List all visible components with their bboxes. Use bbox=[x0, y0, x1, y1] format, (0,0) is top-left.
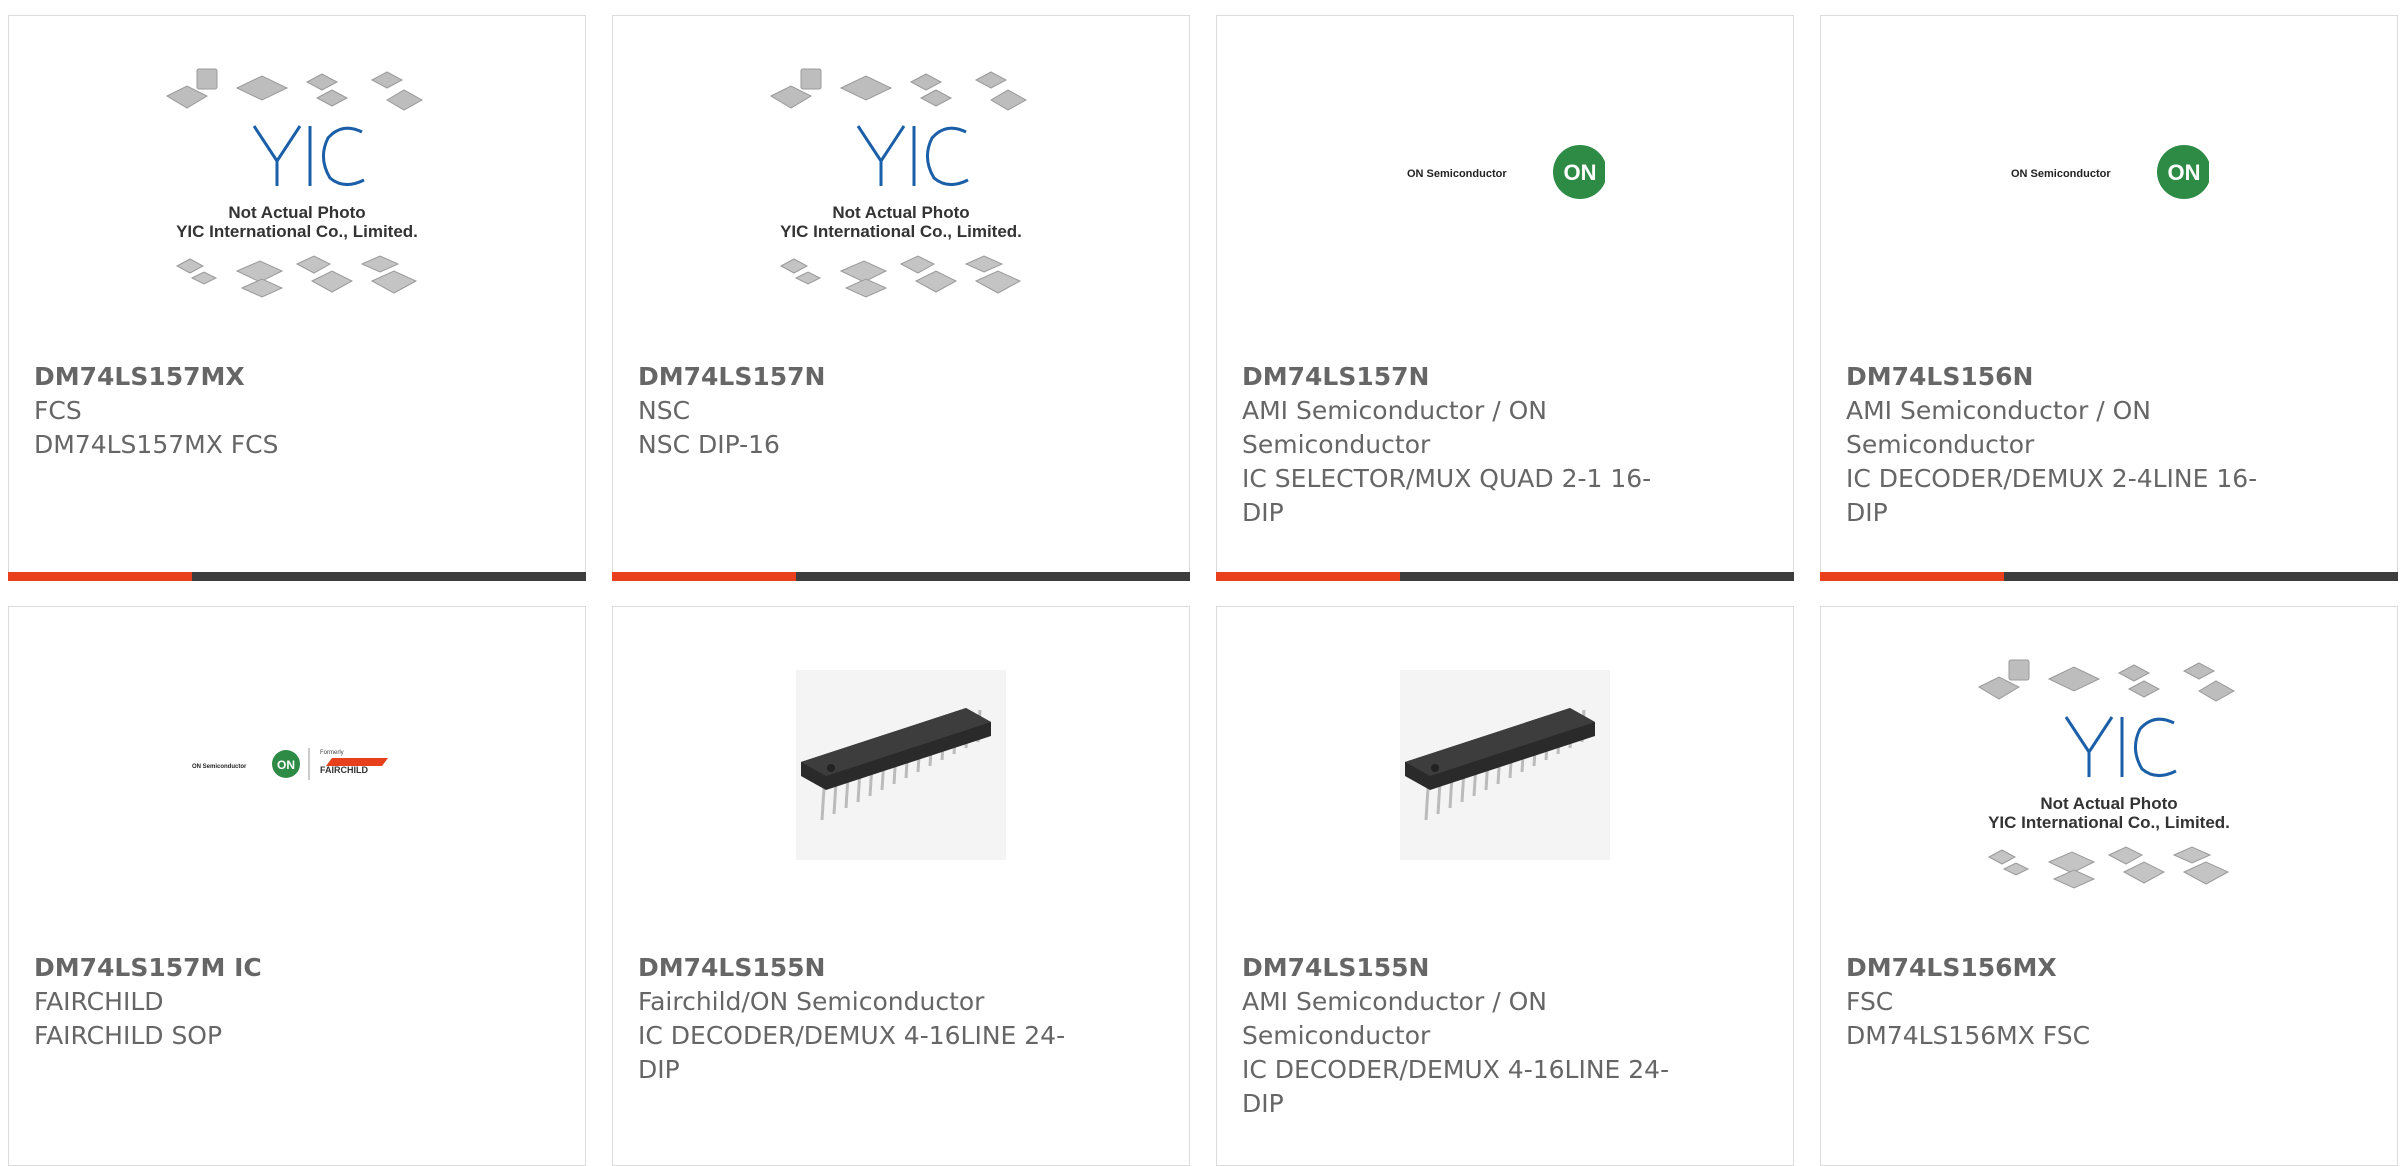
product-image[interactable]: Not Actual Photo YIC International Co., … bbox=[613, 16, 1189, 355]
product-image[interactable] bbox=[613, 607, 1189, 946]
on-fairchild-logo: ON Semiconductor ON Formerly FAIRCHILD bbox=[192, 747, 388, 780]
logo-badge: ON bbox=[2168, 160, 2201, 185]
manufacturer: AMI Semiconductor / ON Semiconductor bbox=[1846, 396, 2151, 459]
card-accent-bar bbox=[612, 572, 796, 581]
product-card[interactable]: Not Actual Photo YIC International Co., … bbox=[8, 15, 586, 581]
logo-text: ON Semiconductor bbox=[192, 764, 247, 770]
product-info: DM74LS155N Fairchild/ON Semiconductor IC… bbox=[638, 951, 1068, 1087]
description: IC DECODER/DEMUX 4-16LINE 24-DIP bbox=[638, 1021, 1066, 1084]
part-number[interactable]: DM74LS157N bbox=[1242, 360, 1672, 394]
product-image[interactable]: ON Semiconductor ON bbox=[1821, 16, 2397, 355]
card-bottom-bar bbox=[1216, 572, 1794, 581]
logo-text: ON Semiconductor bbox=[1407, 168, 1507, 180]
part-number[interactable]: DM74LS157N bbox=[638, 360, 1068, 394]
manufacturer: NSC bbox=[638, 396, 691, 425]
manufacturer: FCS bbox=[34, 396, 82, 425]
part-number[interactable]: DM74LS155N bbox=[638, 951, 1068, 985]
product-card[interactable]: Not Actual Photo YIC International Co., … bbox=[612, 15, 1190, 581]
description: IC DECODER/DEMUX 2-4LINE 16-DIP bbox=[1846, 464, 2258, 527]
manufacturer: AMI Semiconductor / ON Semiconductor bbox=[1242, 987, 1547, 1050]
manufacturer: FSC bbox=[1846, 987, 1894, 1016]
manufacturer: AMI Semiconductor / ON Semiconductor bbox=[1242, 396, 1547, 459]
card-bottom-bar bbox=[1820, 572, 2398, 581]
card-bottom-bar bbox=[8, 572, 586, 581]
manufacturer: FAIRCHILD bbox=[34, 987, 164, 1016]
yic-placeholder-image: Not Actual Photo YIC International Co., … bbox=[1977, 659, 2236, 889]
formerly-text: Formerly bbox=[320, 750, 344, 756]
on-semiconductor-logo: ON Semiconductor ON bbox=[1407, 144, 1605, 199]
fairchild-text: FAIRCHILD bbox=[320, 765, 368, 775]
part-number[interactable]: DM74LS157M IC bbox=[34, 951, 464, 985]
yic-caption-line2: YIC International Co., Limited. bbox=[780, 222, 1022, 241]
part-number[interactable]: DM74LS155N bbox=[1242, 951, 1672, 985]
product-image[interactable]: Not Actual Photo YIC International Co., … bbox=[1821, 607, 2397, 946]
product-info: DM74LS157N NSC NSC DIP-16 bbox=[638, 360, 1068, 462]
yic-placeholder-image: Not Actual Photo YIC International Co., … bbox=[165, 68, 424, 298]
product-card[interactable]: Not Actual Photo YIC International Co., … bbox=[1820, 606, 2398, 1166]
product-info: DM74LS156MX FSC DM74LS156MX FSC bbox=[1846, 951, 2276, 1053]
description: NSC DIP-16 bbox=[638, 430, 780, 459]
product-image[interactable] bbox=[1217, 607, 1793, 946]
yic-caption-line2: YIC International Co., Limited. bbox=[176, 222, 418, 241]
yic-caption-line1: Not Actual Photo bbox=[2040, 794, 2177, 813]
dip-chip-photo bbox=[796, 669, 1006, 860]
product-info: DM74LS157N AMI Semiconductor / ON Semico… bbox=[1242, 360, 1672, 530]
card-accent-bar bbox=[8, 572, 192, 581]
product-card[interactable]: DM74LS155N AMI Semiconductor / ON Semico… bbox=[1216, 606, 1794, 1166]
card-accent-bar bbox=[1820, 572, 2004, 581]
product-card[interactable]: ON Semiconductor ON DM74LS157N AMI Semic… bbox=[1216, 15, 1794, 581]
logo-text: ON Semiconductor bbox=[2011, 168, 2111, 180]
product-image[interactable]: ON Semiconductor ON bbox=[1217, 16, 1793, 355]
description: IC DECODER/DEMUX 4-16LINE 24-DIP bbox=[1242, 1055, 1670, 1118]
product-info: DM74LS155N AMI Semiconductor / ON Semico… bbox=[1242, 951, 1672, 1121]
manufacturer: Fairchild/ON Semiconductor bbox=[638, 987, 985, 1016]
yic-placeholder-image: Not Actual Photo YIC International Co., … bbox=[769, 68, 1028, 298]
dip-chip-photo bbox=[1400, 669, 1610, 860]
logo-badge: ON bbox=[277, 758, 295, 772]
yic-caption-line1: Not Actual Photo bbox=[832, 203, 969, 222]
product-image[interactable]: Not Actual Photo YIC International Co., … bbox=[9, 16, 585, 355]
card-bottom-bar bbox=[612, 572, 1190, 581]
part-number[interactable]: DM74LS157MX bbox=[34, 360, 464, 394]
logo-badge: ON bbox=[1564, 160, 1597, 185]
product-info: DM74LS157M IC FAIRCHILD FAIRCHILD SOP bbox=[34, 951, 464, 1053]
description: IC SELECTOR/MUX QUAD 2-1 16-DIP bbox=[1242, 464, 1652, 527]
description: FAIRCHILD SOP bbox=[34, 1021, 223, 1050]
product-card[interactable]: ON Semiconductor ON DM74LS156N AMI Semic… bbox=[1820, 15, 2398, 581]
description: DM74LS157MX FCS bbox=[34, 430, 279, 459]
on-semiconductor-logo: ON Semiconductor ON bbox=[2011, 144, 2209, 199]
product-image[interactable]: ON Semiconductor ON Formerly FAIRCHILD bbox=[9, 607, 585, 946]
product-info: DM74LS156N AMI Semiconductor / ON Semico… bbox=[1846, 360, 2276, 530]
product-card[interactable]: ON Semiconductor ON Formerly FAIRCHILD D… bbox=[8, 606, 586, 1166]
product-info: DM74LS157MX FCS DM74LS157MX FCS bbox=[34, 360, 464, 462]
yic-caption-line2: YIC International Co., Limited. bbox=[1988, 813, 2230, 832]
part-number[interactable]: DM74LS156MX bbox=[1846, 951, 2276, 985]
product-card[interactable]: DM74LS155N Fairchild/ON Semiconductor IC… bbox=[612, 606, 1190, 1166]
part-number[interactable]: DM74LS156N bbox=[1846, 360, 2276, 394]
product-grid: Not Actual Photo YIC International Co., … bbox=[8, 15, 2400, 1166]
description: DM74LS156MX FSC bbox=[1846, 1021, 2091, 1050]
yic-caption-line1: Not Actual Photo bbox=[228, 203, 365, 222]
card-accent-bar bbox=[1216, 572, 1400, 581]
